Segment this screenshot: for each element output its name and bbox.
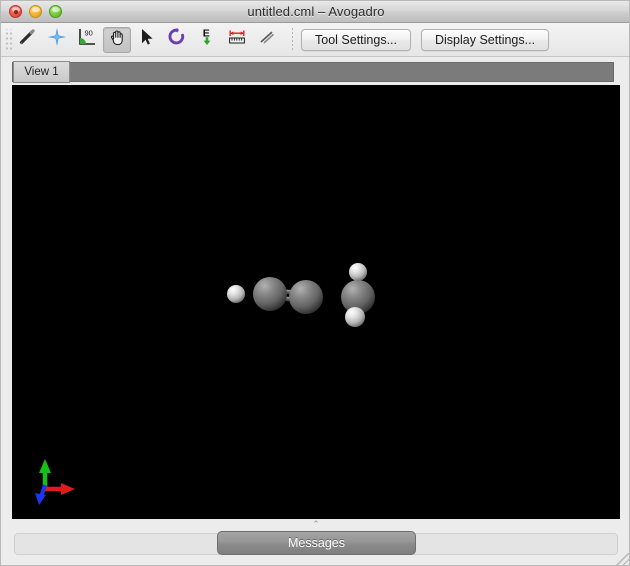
molecule-3d-viewport[interactable] <box>12 85 620 519</box>
four-point-star-icon <box>47 27 67 52</box>
main-toolbar: 90 <box>1 23 630 57</box>
ruler-measure-icon <box>227 27 247 52</box>
hand-icon <box>107 27 127 52</box>
tool-settings-button[interactable]: Tool Settings... <box>301 29 411 51</box>
e-down-arrow-icon: E <box>197 27 217 52</box>
rotate-arrow-icon <box>167 27 187 52</box>
double-slash-icon <box>257 27 277 52</box>
atom-c2[interactable] <box>289 280 323 314</box>
svg-text:90: 90 <box>85 29 93 38</box>
navigate-tool-button[interactable] <box>43 27 71 53</box>
atom-c1[interactable] <box>253 277 287 311</box>
axis-indicator <box>35 459 75 505</box>
avogadro-main-window: untitled.cml – Avogadro <box>0 0 630 566</box>
angle-90-icon: 90 <box>77 27 97 52</box>
messages-button[interactable]: Messages <box>217 531 416 555</box>
close-button[interactable] <box>9 5 22 18</box>
tab-view-1[interactable]: View 1 <box>13 61 70 83</box>
zoom-button[interactable] <box>49 5 62 18</box>
close-icon <box>14 10 18 14</box>
atom-h3[interactable] <box>345 307 365 327</box>
window-titlebar: untitled.cml – Avogadro <box>1 1 630 23</box>
window-title: untitled.cml – Avogadro <box>1 4 630 19</box>
molecule-group <box>35 263 375 505</box>
view-tabbar: View 1 <box>1 57 630 85</box>
splitter-handle[interactable]: ⌃ <box>309 520 323 528</box>
bond-centric-tool-button[interactable] <box>223 27 251 53</box>
arrow-cursor-icon <box>137 27 157 52</box>
auto-rotate-tool-button[interactable] <box>163 27 191 53</box>
status-area: ⌃ Messages <box>1 519 630 566</box>
draw-tool-button[interactable] <box>13 27 41 53</box>
z-axis-arrow <box>35 485 46 505</box>
atom-h2[interactable] <box>349 263 367 281</box>
window-controls <box>9 5 62 18</box>
measure-angle-tool-button[interactable]: 90 <box>73 27 101 53</box>
toolbar-drag-grip[interactable] <box>4 29 12 51</box>
align-tool-button[interactable] <box>253 27 281 53</box>
tabbar-background <box>12 62 614 82</box>
display-settings-button[interactable]: Display Settings... <box>421 29 549 51</box>
x-axis-arrow <box>45 483 75 495</box>
manipulate-tool-button[interactable] <box>103 27 131 53</box>
atom-h1[interactable] <box>227 285 245 303</box>
auto-optimize-tool-button[interactable]: E <box>193 27 221 53</box>
minimize-button[interactable] <box>29 5 42 18</box>
messages-button-label: Messages <box>288 536 345 550</box>
window-resize-grip[interactable] <box>616 553 629 566</box>
select-tool-button[interactable] <box>133 27 161 53</box>
y-axis-arrow <box>39 459 51 489</box>
pencil-icon <box>17 27 37 52</box>
tab-view-1-label: View 1 <box>24 66 58 78</box>
molecule-render <box>12 85 620 519</box>
toolbar-separator <box>292 28 293 52</box>
